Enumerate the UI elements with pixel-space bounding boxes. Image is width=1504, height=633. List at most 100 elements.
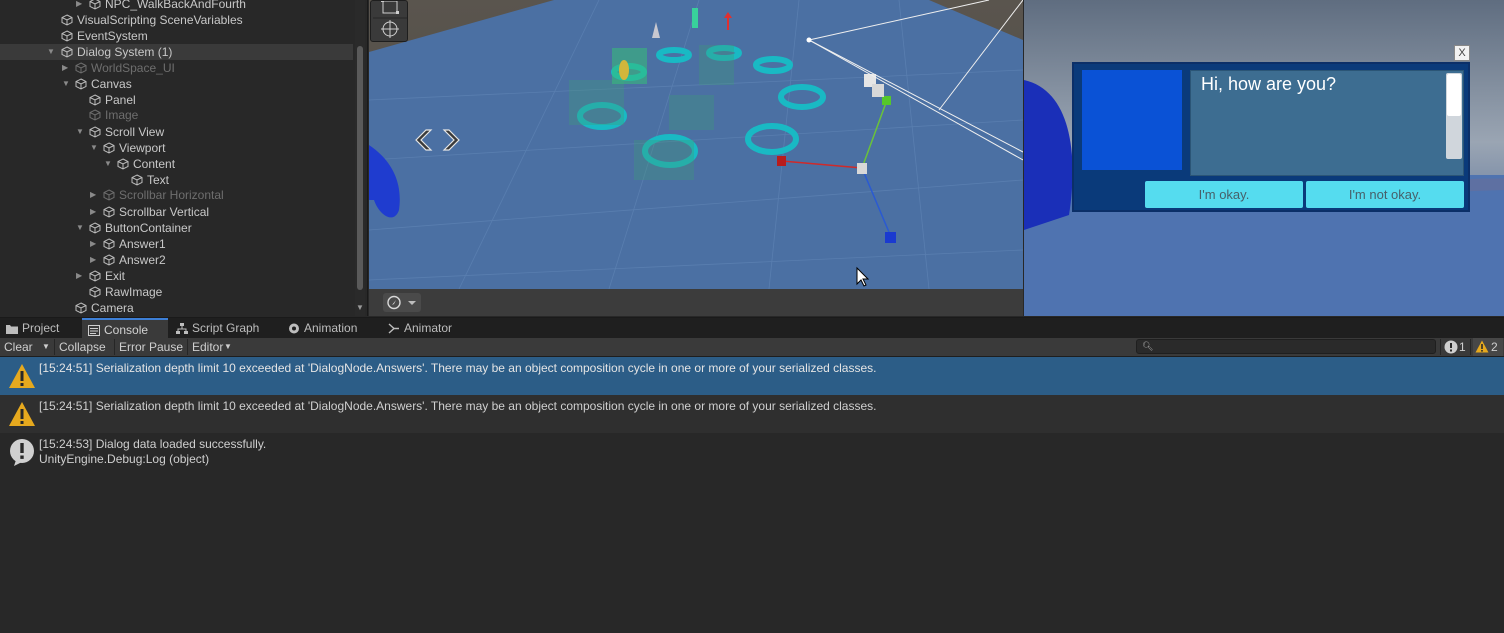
answer1-button[interactable]: I'm okay.	[1145, 181, 1303, 208]
editor-dropdown[interactable]: Editor	[188, 338, 227, 356]
hierarchy-item-eventsystem[interactable]: EventSystem	[0, 28, 353, 44]
hierarchy-item-answer1[interactable]: ▶ Answer1	[0, 236, 353, 252]
scrollbar-thumb[interactable]	[1447, 74, 1461, 116]
gameobject-cube-icon	[75, 78, 87, 90]
hierarchy-item-text[interactable]: Text	[0, 172, 353, 188]
hierarchy-item-label: RawImage	[105, 285, 163, 299]
tab-label: Animation	[304, 321, 358, 335]
hierarchy-item-label: Text	[147, 173, 170, 187]
expand-arrow-icon[interactable]: ▶	[76, 0, 86, 12]
speaker-portrait	[1082, 70, 1182, 170]
hierarchy-item-visualscripting[interactable]: VisualScripting SceneVariables	[0, 12, 353, 28]
orientation-dropdown[interactable]	[383, 293, 421, 312]
unity-editor: ▶ NPC_WalkBackAndFourth VisualScripting …	[0, 0, 1504, 633]
hierarchy-item-npc-walk[interactable]: ▶ NPC_WalkBackAndFourth	[0, 0, 353, 12]
hierarchy-item-answer2[interactable]: ▶ Answer2	[0, 252, 353, 268]
hierarchy-item-label: Image	[105, 108, 139, 122]
tab-label: Project	[22, 321, 60, 335]
bottom-tab-bar: Project Console Script Graph Animation A…	[0, 317, 1504, 339]
expand-arrow-icon[interactable]: ▼	[90, 140, 100, 156]
hierarchy-item-label: Scrollbar Vertical	[119, 205, 210, 219]
info-count-toggle[interactable]: 1	[1443, 338, 1470, 356]
dialog-scrollbar[interactable]	[1446, 73, 1462, 159]
hierarchy-item-scrollbar-horizontal[interactable]: ▶ Scrollbar Horizontal	[0, 187, 353, 203]
hierarchy-item-label: Scrollbar Horizontal	[119, 188, 224, 202]
hierarchy-item-buttoncontainer[interactable]: ▼ ButtonContainer	[0, 220, 353, 236]
gameobject-cube-icon	[61, 46, 73, 58]
gameobject-cube-icon	[89, 0, 101, 10]
rect-tool-icon[interactable]	[381, 0, 399, 14]
hierarchy-item-camera[interactable]: Camera	[0, 300, 353, 316]
clear-dropdown-arrow-icon[interactable]: ▼	[38, 338, 54, 356]
tab-script-graph[interactable]: Script Graph	[170, 318, 278, 339]
hierarchy-item-exit[interactable]: ▶ Exit	[0, 268, 353, 284]
tab-project[interactable]: Project	[0, 318, 78, 339]
toolbar-divider	[1440, 339, 1441, 355]
answer2-button[interactable]: I'm not okay.	[1306, 181, 1464, 208]
scene-overlay-bar	[369, 289, 1023, 316]
log-entry-info[interactable]: [15:24:53] Dialog data loaded successful…	[0, 433, 1504, 471]
game-view[interactable]: Hi, how are you? I'm okay. I'm not okay.…	[1024, 0, 1504, 316]
warning-count-toggle[interactable]: 2	[1473, 338, 1503, 356]
scroll-down-arrow-icon[interactable]: ▼	[356, 303, 364, 312]
tab-animation[interactable]: Animation	[282, 318, 378, 339]
hierarchy-item-rawimage[interactable]: RawImage	[0, 284, 353, 300]
info-count: 1	[1459, 340, 1466, 354]
gameobject-cube-icon	[89, 222, 101, 234]
console-toolbar: Clear ▼ Collapse Error Pause Editor ▼ 🔍︎…	[0, 338, 1504, 357]
gameobject-cube-icon	[103, 189, 115, 201]
expand-arrow-icon[interactable]: ▼	[62, 76, 72, 92]
log-message: [15:24:51] Serialization depth limit 10 …	[39, 361, 877, 375]
scrollbar-thumb[interactable]	[357, 46, 363, 290]
hierarchy-scrollbar[interactable]: ▼	[355, 0, 365, 316]
editor-dropdown-arrow-icon[interactable]: ▼	[224, 338, 232, 356]
hierarchy-item-scrollbar-vertical[interactable]: ▶ Scrollbar Vertical	[0, 204, 353, 220]
tab-console[interactable]: Console	[82, 318, 168, 339]
hierarchy-item-scroll-view[interactable]: ▼ Scroll View	[0, 124, 353, 140]
hierarchy-item-label: Answer1	[119, 237, 166, 251]
hierarchy-item-canvas[interactable]: ▼ Canvas	[0, 76, 353, 92]
exit-button[interactable]: X	[1454, 45, 1470, 61]
tab-label: Console	[104, 323, 149, 337]
dialog-scroll-view[interactable]: Hi, how are you?	[1190, 70, 1464, 176]
tab-animator[interactable]: Animator	[382, 318, 462, 339]
log-entry-warning[interactable]: [15:24:51] Serialization depth limit 10 …	[0, 357, 1504, 395]
hierarchy-item-label: NPC_WalkBackAndFourth	[105, 0, 246, 11]
hierarchy-item-label: Camera	[91, 301, 134, 315]
expand-arrow-icon[interactable]: ▼	[76, 220, 86, 236]
expand-arrow-icon[interactable]: ▶	[90, 252, 100, 268]
clear-button[interactable]: Clear	[0, 338, 37, 356]
expand-arrow-icon[interactable]: ▶	[90, 236, 100, 252]
expand-arrow-icon[interactable]: ▶	[62, 60, 72, 76]
gameobject-cube-icon	[89, 109, 101, 121]
warning-icon	[1475, 340, 1489, 353]
expand-arrow-icon[interactable]: ▼	[104, 156, 114, 172]
expand-arrow-icon[interactable]: ▶	[90, 187, 100, 203]
expand-arrow-icon[interactable]: ▶	[90, 204, 100, 220]
gameobject-cube-icon	[61, 30, 73, 42]
expand-arrow-icon[interactable]: ▼	[47, 44, 57, 60]
hierarchy-item-viewport[interactable]: ▼ Viewport	[0, 140, 353, 156]
hierarchy-item-content[interactable]: ▼ Content	[0, 156, 353, 172]
expand-arrow-icon[interactable]: ▶	[76, 268, 86, 284]
hierarchy-item-label: Answer2	[119, 253, 166, 267]
collapse-button[interactable]: Collapse	[55, 338, 110, 356]
transform-tool-icon[interactable]	[381, 20, 399, 38]
hierarchy-panel: ▶ NPC_WalkBackAndFourth VisualScripting …	[0, 0, 368, 316]
console-log-list[interactable]: [15:24:51] Serialization depth limit 10 …	[0, 357, 1504, 633]
expand-arrow-icon[interactable]: ▼	[76, 124, 86, 140]
hierarchy-item-label: Scroll View	[105, 125, 165, 139]
error-pause-button[interactable]: Error Pause	[115, 338, 187, 356]
hierarchy-item-worldspace-ui[interactable]: ▶ WorldSpace_UI	[0, 60, 353, 76]
hierarchy-item-image[interactable]: Image	[0, 107, 353, 123]
dialog-text: Hi, how are you?	[1201, 74, 1337, 94]
hierarchy-item-label: Exit	[105, 269, 126, 283]
console-search-input[interactable]: 🔍︎	[1136, 339, 1436, 354]
scene-view[interactable]	[369, 0, 1023, 316]
log-entry-warning[interactable]: [15:24:51] Serialization depth limit 10 …	[0, 395, 1504, 433]
hierarchy-item-panel[interactable]: Panel	[0, 92, 353, 108]
npc-box	[612, 48, 647, 84]
hierarchy-item-dialog-system[interactable]: ▼ Dialog System (1)	[0, 44, 353, 60]
gameobject-cube-icon	[103, 238, 115, 250]
gameobject-cube-icon	[89, 126, 101, 138]
